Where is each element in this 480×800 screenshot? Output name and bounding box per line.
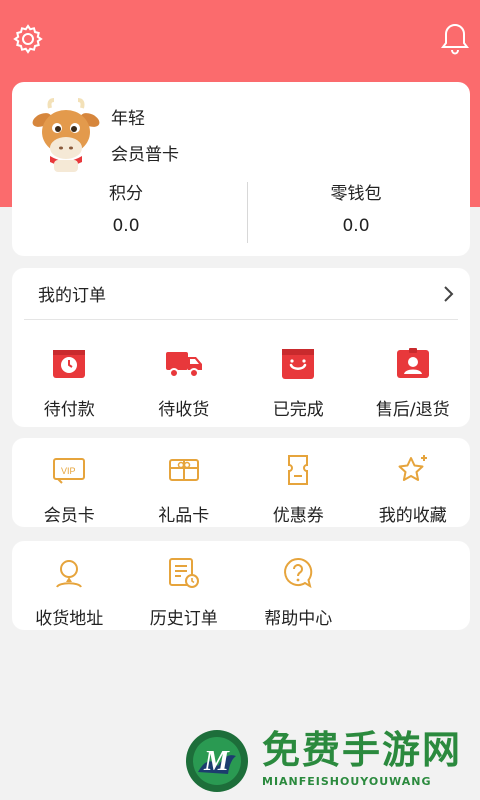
service-item-gift-card[interactable]: 礼品卡: [127, 450, 242, 526]
wallet-stat[interactable]: 零钱包 0.0: [242, 182, 470, 238]
gift-card-icon: [164, 450, 204, 490]
services-card: VIP 会员卡 礼品卡 优惠券 我的收藏: [12, 438, 470, 527]
tool-item-label: 收货地址: [35, 609, 104, 629]
service-item-label: 优惠券: [272, 506, 324, 526]
svg-text:VIP: VIP: [61, 466, 76, 476]
points-stat[interactable]: 积分 0.0: [12, 182, 240, 238]
location-person-icon: [49, 553, 89, 593]
services-grid: VIP 会员卡 礼品卡 优惠券 我的收藏: [12, 450, 470, 526]
svg-text:M: M: [203, 746, 230, 777]
avatar[interactable]: [28, 98, 104, 174]
watermark-title: 免费手游网: [262, 728, 463, 772]
orders-grid: 待付款 待收货 已完成 售后/退货: [12, 344, 470, 420]
help-icon: [278, 553, 318, 593]
tools-grid: 收货地址 历史订单 帮助中心: [12, 553, 470, 629]
order-item-after-sales[interactable]: 售后/退货: [356, 344, 471, 420]
orders-card: 我的订单 待付款 待收货 已完成 售后/退货: [12, 268, 470, 427]
star-icon: [393, 450, 433, 490]
tool-item-history-orders[interactable]: 历史订单: [127, 553, 242, 629]
orders-title: 我的订单: [38, 286, 106, 306]
notification-button[interactable]: [438, 22, 472, 56]
tool-item-label: 帮助中心: [264, 609, 333, 629]
history-list-icon: [164, 553, 204, 593]
order-item-label: 已完成: [272, 400, 324, 420]
chevron-right-icon: [440, 285, 458, 303]
tool-item-label: 历史订单: [149, 609, 218, 629]
order-item-label: 售后/退货: [375, 400, 450, 420]
service-item-favorites[interactable]: 我的收藏: [356, 450, 471, 526]
clock-icon: [49, 344, 89, 384]
order-item-to-receive[interactable]: 待收货: [127, 344, 242, 420]
wallet-value: 0.0: [342, 216, 370, 236]
tool-item-address[interactable]: 收货地址: [12, 553, 127, 629]
member-level[interactable]: 会员普卡: [111, 140, 179, 165]
vip-card-icon: VIP: [49, 450, 89, 490]
order-item-completed[interactable]: 已完成: [241, 344, 356, 420]
username: 年轻: [111, 109, 145, 129]
truck-icon: [164, 344, 204, 384]
profile-card: 年轻 会员普卡 积分 0.0 零钱包 0.0: [12, 82, 470, 256]
points-label: 积分: [109, 184, 143, 204]
ticket-icon: [278, 450, 318, 490]
tools-card: 收货地址 历史订单 帮助中心: [12, 541, 470, 630]
tool-item-help-center[interactable]: 帮助中心: [241, 553, 356, 629]
gear-icon: [13, 24, 43, 54]
order-item-label: 待收货: [158, 400, 210, 420]
id-badge-icon: [393, 344, 433, 384]
wallet-label: 零钱包: [330, 184, 382, 204]
order-item-pending-payment[interactable]: 待付款: [12, 344, 127, 420]
points-value: 0.0: [112, 216, 140, 236]
watermark: M 免费手游网 MIANFEISHOUYOUWANG: [184, 728, 474, 794]
service-item-coupon[interactable]: 优惠券: [241, 450, 356, 526]
service-item-label: 会员卡: [43, 506, 95, 526]
smile-box-icon: [278, 344, 318, 384]
service-item-label: 我的收藏: [378, 506, 447, 526]
watermark-logo: M: [184, 728, 250, 794]
order-item-label: 待付款: [43, 400, 95, 420]
watermark-subtitle: MIANFEISHOUYOUWANG: [262, 775, 432, 788]
service-item-vip-card[interactable]: VIP 会员卡: [12, 450, 127, 526]
orders-header[interactable]: 我的订单: [24, 268, 458, 320]
bell-icon: [441, 23, 469, 55]
service-item-label: 礼品卡: [158, 506, 210, 526]
settings-button[interactable]: [11, 22, 45, 56]
